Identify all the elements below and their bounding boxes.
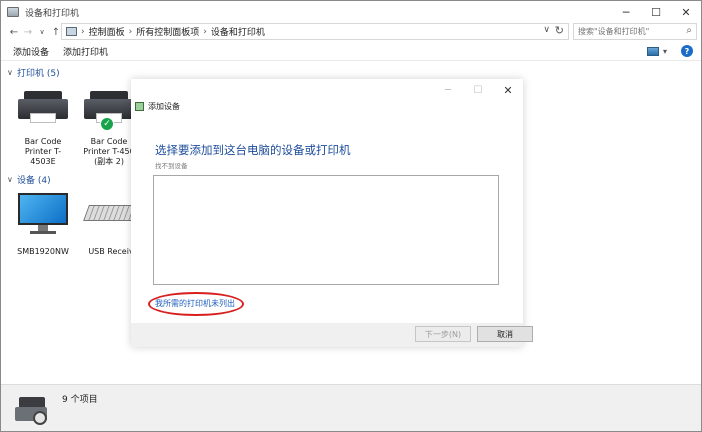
address-row: ← → ∨ ↑ › 控制面板 › 所有控制面板项 › 设备和打印机 ∨ ↻ ⌕: [1, 23, 701, 41]
dialog-heading: 选择要添加到这台电脑的设备或打印机: [155, 143, 351, 157]
add-printer-button[interactable]: 添加打印机: [63, 45, 108, 58]
close-button[interactable]: ✕: [671, 1, 701, 23]
refresh-icon[interactable]: ↻: [555, 24, 564, 37]
printers-section-header[interactable]: ∨ 打印机 (5): [7, 66, 60, 79]
search-input[interactable]: [578, 27, 678, 36]
printer-item[interactable]: Bar Code Printer T-4503E: [13, 89, 73, 167]
back-arrow-icon[interactable]: ←: [7, 27, 21, 38]
title-bar: 设备和打印机 ─ ☐ ✕: [1, 1, 701, 23]
printer-icon: [16, 89, 70, 125]
next-button[interactable]: 下一步(N): [415, 326, 471, 342]
add-device-dialog: ─ ☐ ✕ 添加设备 选择要添加到这台电脑的设备或打印机 找不到设备 我所需的打…: [131, 79, 533, 347]
printer-not-listed-link[interactable]: 我所需的打印机未列出: [155, 298, 235, 309]
dialog-footer: 下一步(N) 取消: [131, 323, 533, 347]
add-device-icon: [135, 102, 144, 111]
control-panel-icon: [66, 27, 77, 36]
devices-section-header[interactable]: ∨ 设备 (4): [7, 173, 51, 186]
printer-label-line3: (副本 2): [94, 157, 124, 166]
dialog-window-controls: ─ ☐ ✕: [433, 79, 523, 101]
printer-label-line1: Bar Code: [24, 137, 62, 146]
address-bar[interactable]: › 控制面板 › 所有控制面板项 › 设备和打印机 ∨ ↻: [61, 23, 569, 40]
dialog-maximize-button[interactable]: ☐: [463, 79, 493, 101]
printer-icon: ✓: [82, 89, 136, 131]
device-list[interactable]: [153, 175, 499, 285]
view-controls: ▾ ?: [646, 45, 693, 57]
dialog-subtext: 找不到设备: [155, 162, 188, 170]
chevron-right-icon[interactable]: ›: [203, 27, 207, 37]
details-pane: 9 个项目: [1, 384, 701, 431]
chevron-right-icon[interactable]: ›: [129, 27, 133, 37]
search-box[interactable]: ⌕: [573, 23, 697, 40]
device-label: SMB1920NW: [17, 247, 69, 256]
printers-section-label: 打印机 (5): [17, 69, 60, 79]
default-check-icon: ✓: [100, 117, 114, 131]
printer-label-line2: Printer T-450: [83, 147, 135, 156]
chevron-down-icon[interactable]: ∨: [7, 68, 17, 77]
dialog-title: 添加设备: [148, 102, 180, 111]
window-title: 设备和打印机: [25, 8, 80, 19]
breadcrumb-control-panel[interactable]: 控制面板: [89, 25, 125, 38]
view-options-icon[interactable]: [646, 46, 659, 56]
search-icon[interactable]: ⌕: [686, 25, 692, 36]
minimize-button[interactable]: ─: [611, 1, 641, 23]
keyboard-icon: [83, 191, 139, 235]
dialog-title-bar: 添加设备: [135, 101, 180, 112]
maximize-button[interactable]: ☐: [641, 1, 671, 23]
breadcrumb-all-items[interactable]: 所有控制面板项: [136, 25, 199, 38]
devices-app-icon: [7, 7, 19, 17]
chevron-down-icon[interactable]: ∨: [543, 25, 550, 35]
breadcrumb-devices-printers[interactable]: 设备和打印机: [211, 25, 265, 38]
window-controls: ─ ☐ ✕: [611, 1, 701, 23]
printer-camera-icon: [15, 397, 51, 427]
dialog-minimize-button[interactable]: ─: [433, 79, 463, 101]
monitor-icon: [16, 191, 70, 235]
printer-item[interactable]: ✓ Bar Code Printer T-450 (副本 2): [79, 89, 139, 167]
help-icon[interactable]: ?: [681, 45, 693, 57]
printer-label-line1: Bar Code: [90, 137, 128, 146]
dialog-close-button[interactable]: ✕: [493, 79, 523, 101]
explorer-window: 设备和打印机 ─ ☐ ✕ ← → ∨ ↑ › 控制面板 › 所有控制面板项 › …: [0, 0, 702, 432]
chevron-down-icon[interactable]: ▾: [663, 47, 667, 56]
chevron-right-icon[interactable]: ›: [81, 27, 85, 37]
forward-arrow-icon[interactable]: →: [21, 27, 35, 38]
command-bar: 添加设备 添加打印机 ▾ ?: [1, 43, 701, 61]
device-item[interactable]: SMB1920NW: [13, 191, 73, 257]
chevron-down-icon[interactable]: ∨: [7, 175, 17, 184]
recent-chevron-icon[interactable]: ∨: [35, 28, 49, 36]
devices-section-label: 设备 (4): [17, 176, 51, 186]
printer-label-line2: Printer T-4503E: [24, 147, 62, 166]
add-device-button[interactable]: 添加设备: [13, 45, 49, 58]
cancel-button[interactable]: 取消: [477, 326, 533, 342]
item-count: 9 个项目: [62, 395, 98, 405]
